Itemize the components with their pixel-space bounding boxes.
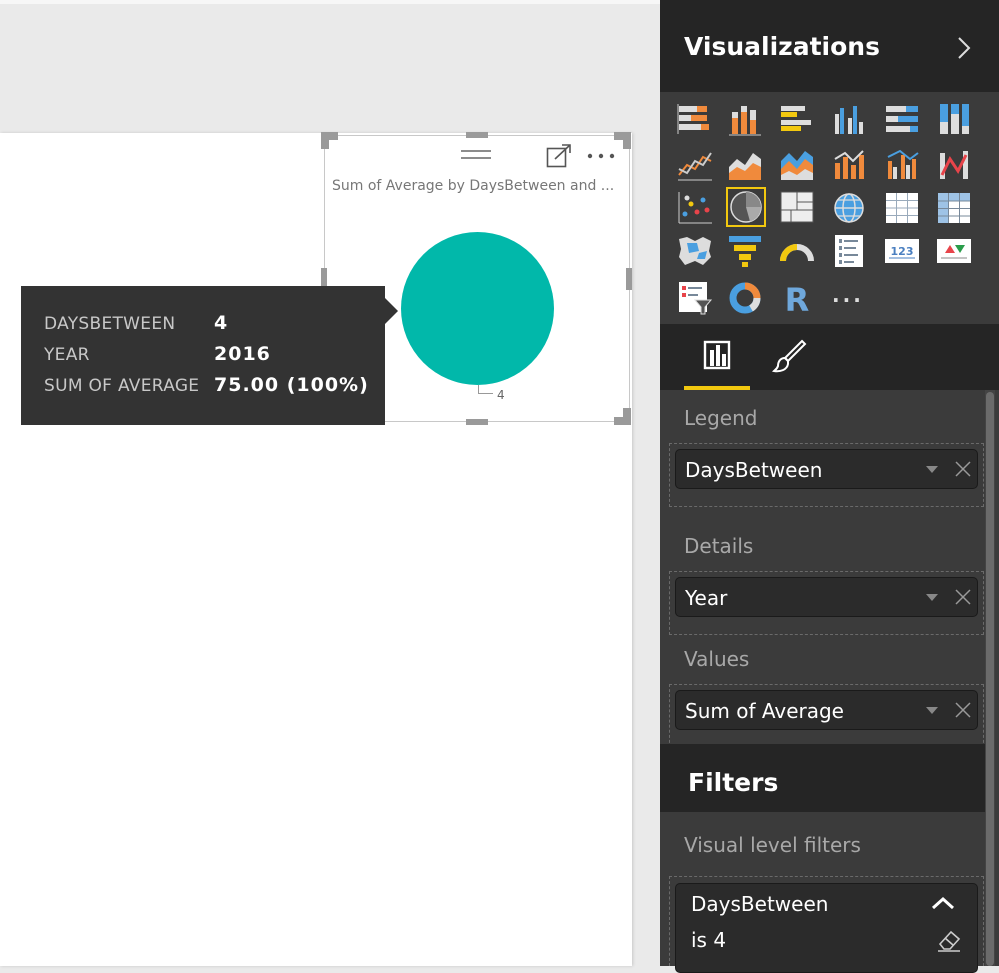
- line-and-stacked-column-chart-icon[interactable]: [831, 147, 867, 183]
- details-field-pill[interactable]: Year: [675, 577, 978, 617]
- pane-title: Visualizations: [684, 32, 880, 61]
- format-paint-roller-icon[interactable]: [772, 338, 808, 374]
- legend-field-name: DaysBetween: [685, 458, 823, 482]
- donut-chart-icon[interactable]: [727, 280, 763, 316]
- focus-mode-icon[interactable]: [546, 144, 572, 168]
- drag-handle-icon[interactable]: [460, 147, 492, 161]
- tooltip: DAYSBETWEEN 4 YEAR 2016 SUM OF AVERAGE 7…: [21, 286, 385, 425]
- line-and-clustered-column-chart-icon[interactable]: [884, 147, 920, 183]
- visual-title: Sum of Average by DaysBetween and ...: [332, 178, 615, 194]
- chevron-down-icon[interactable]: [926, 707, 938, 714]
- line-chart-icon[interactable]: [677, 147, 713, 183]
- 100-stacked-bar-chart-icon[interactable]: [884, 102, 920, 138]
- resize-handle-top-right-h[interactable]: [614, 132, 631, 140]
- clustered-column-chart-icon[interactable]: [831, 102, 867, 138]
- tooltip-value-year: 2016: [214, 343, 271, 365]
- details-field-name: Year: [685, 586, 728, 610]
- filters-title: Filters: [688, 768, 779, 797]
- clustered-bar-chart-icon[interactable]: [779, 102, 815, 138]
- visual-level-filters-label: Visual level filters: [684, 833, 861, 857]
- gauge-icon[interactable]: [779, 233, 815, 269]
- ribbon-chart-icon[interactable]: [936, 147, 972, 183]
- legend-well-label: Legend: [684, 406, 758, 430]
- filter-condition: is 4: [691, 928, 727, 952]
- values-well-label: Values: [684, 647, 750, 671]
- tooltip-value-daysbetween: 4: [214, 312, 229, 334]
- card-icon[interactable]: 123: [884, 233, 920, 269]
- resize-handle-top-left-h[interactable]: [321, 132, 338, 140]
- remove-field-icon[interactable]: [954, 701, 972, 719]
- chevron-up-icon[interactable]: [930, 896, 956, 910]
- 100-stacked-column-chart-icon[interactable]: [936, 102, 972, 138]
- tooltip-value-sum-of-average: 75.00 (100%): [214, 374, 369, 396]
- funnel-icon[interactable]: [727, 233, 763, 269]
- filled-map-icon[interactable]: [677, 233, 713, 269]
- pie-slice[interactable]: [401, 232, 554, 385]
- details-well-label: Details: [684, 534, 754, 558]
- values-field-pill[interactable]: Sum of Average: [675, 690, 978, 730]
- svg-text:123: 123: [891, 245, 914, 258]
- slicer-icon[interactable]: [677, 280, 713, 316]
- svg-text:R: R: [785, 281, 810, 316]
- kpi-icon[interactable]: [936, 233, 972, 269]
- matrix-icon[interactable]: [936, 190, 972, 226]
- eraser-icon[interactable]: [936, 928, 962, 952]
- scatter-chart-icon[interactable]: [677, 190, 713, 226]
- treemap-icon[interactable]: [779, 190, 815, 226]
- pane-scrollbar-thumb[interactable]: [986, 392, 994, 966]
- multi-row-card-icon[interactable]: [831, 233, 867, 269]
- r-script-visual-icon[interactable]: R: [779, 280, 815, 316]
- stacked-bar-chart-icon[interactable]: [677, 102, 713, 138]
- resize-handle-right[interactable]: [626, 268, 632, 290]
- pie-label-leader-line: [478, 385, 493, 394]
- legend-field-pill[interactable]: DaysBetween: [675, 449, 978, 489]
- values-field-name: Sum of Average: [685, 699, 844, 723]
- area-chart-icon[interactable]: [727, 147, 763, 183]
- pie-chart-icon[interactable]: [728, 189, 764, 225]
- tooltip-pointer: [385, 298, 398, 324]
- fields-tab-icon[interactable]: [703, 340, 731, 370]
- resize-handle-bottom[interactable]: [466, 419, 488, 425]
- more-visuals-button[interactable]: ...: [832, 283, 864, 307]
- tooltip-key-daysbetween: DAYSBETWEEN: [44, 314, 176, 334]
- tooltip-key-sum-of-average: SUM OF AVERAGE: [44, 376, 200, 396]
- map-icon[interactable]: [831, 190, 867, 226]
- pie-data-label: 4: [497, 388, 505, 402]
- remove-field-icon[interactable]: [954, 460, 972, 478]
- stacked-area-chart-icon[interactable]: [779, 147, 815, 183]
- resize-handle-top[interactable]: [466, 132, 488, 138]
- chevron-down-icon[interactable]: [926, 466, 938, 473]
- remove-field-icon[interactable]: [954, 588, 972, 606]
- more-options-icon[interactable]: [586, 152, 616, 160]
- collapse-chevron-icon[interactable]: [957, 36, 971, 60]
- table-icon[interactable]: [884, 190, 920, 226]
- stacked-column-chart-icon[interactable]: [727, 102, 763, 138]
- chevron-down-icon[interactable]: [926, 594, 938, 601]
- tooltip-key-year: YEAR: [44, 345, 90, 365]
- resize-handle-bottom-right-h[interactable]: [614, 417, 631, 425]
- filter-field-name: DaysBetween: [691, 892, 829, 916]
